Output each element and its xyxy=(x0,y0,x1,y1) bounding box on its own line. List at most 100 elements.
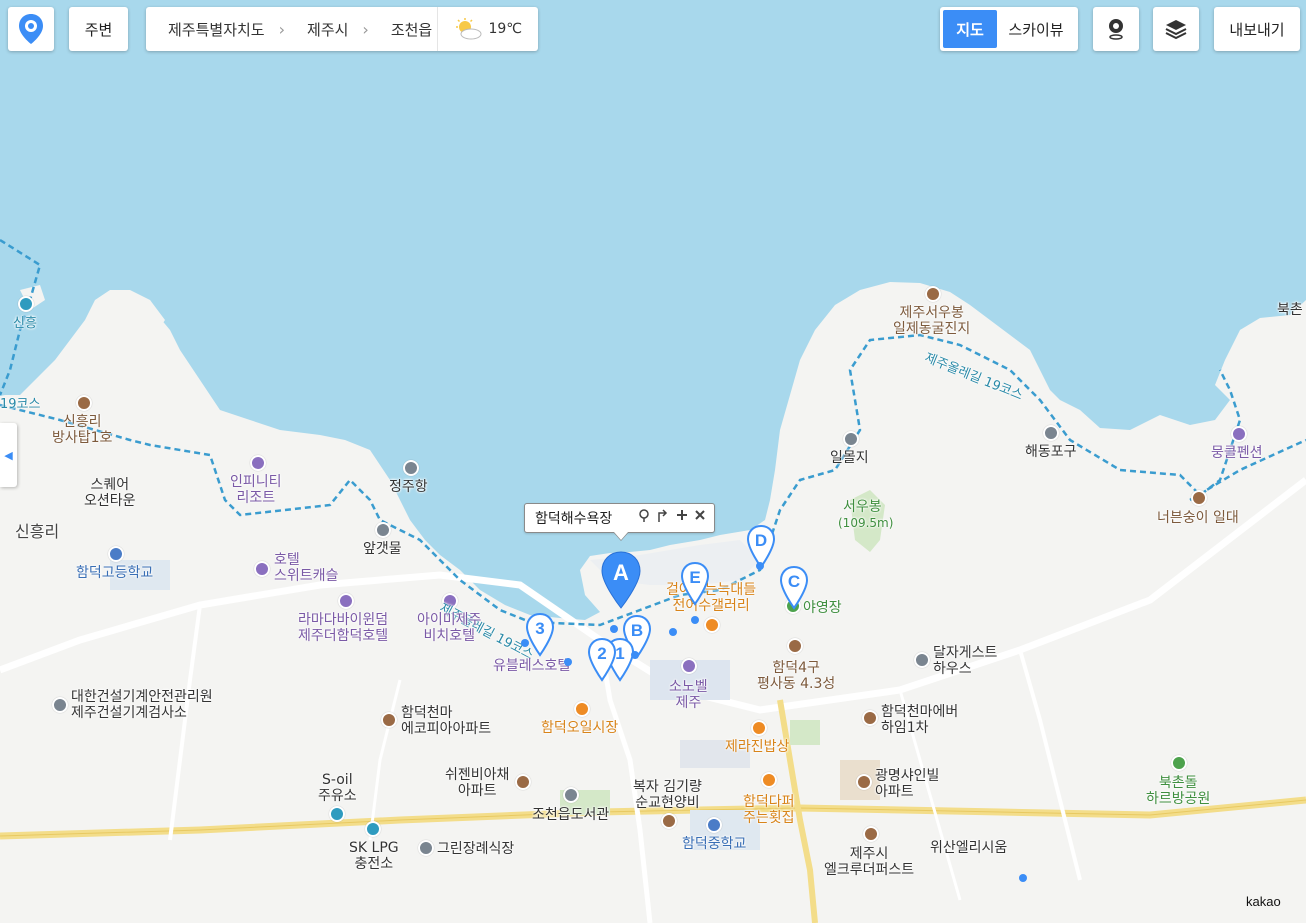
marker-c[interactable]: C xyxy=(779,565,809,611)
label-apgat: 앞갯물 xyxy=(363,541,402,557)
marker-3-label: 3 xyxy=(535,619,544,638)
label-sobel: 소노벨 제주 xyxy=(669,679,708,711)
breadcrumb-city[interactable]: 제주시 xyxy=(285,19,348,40)
school-icon-2[interactable] xyxy=(706,817,722,833)
side-panel-toggle[interactable]: ◀ xyxy=(0,423,17,487)
label-seowoo-cave: 제주서우봉 일제동굴진지 xyxy=(893,305,971,337)
marker-a[interactable]: A xyxy=(601,550,641,612)
office-icon[interactable] xyxy=(52,697,68,713)
funeral-icon[interactable] xyxy=(418,840,434,856)
label-shezen: 쉬젠비아채 아파트 xyxy=(445,767,510,799)
restaurant-icon-2[interactable] xyxy=(761,772,777,788)
landmark-icon[interactable] xyxy=(76,395,92,411)
label-bukchon: 북촌 xyxy=(1277,302,1303,318)
label-soil: S-oil 주유소 xyxy=(318,772,357,804)
partly-cloudy-icon xyxy=(456,18,482,40)
label-eco: 함덕천마 에코피아아파트 xyxy=(401,705,492,737)
label-mungkle: 뭉클펜션 xyxy=(1211,445,1263,461)
school-icon[interactable] xyxy=(108,546,124,562)
popup-actions xyxy=(638,509,714,527)
label-green: 그린장례식장 xyxy=(437,841,515,857)
cafe-icon[interactable] xyxy=(704,617,720,633)
label-kim: 복자 김기량 순교현양비 xyxy=(633,779,702,811)
hotel-icon[interactable] xyxy=(250,455,266,471)
marker-e[interactable]: E xyxy=(680,561,710,607)
marker-c-label: C xyxy=(788,572,800,591)
camera-icon[interactable] xyxy=(843,431,859,447)
label-seowoobong: 서우봉 xyxy=(843,499,882,515)
map-canvas[interactable]: 신흥 19코스 신흥리 방사탑1호 인피니티 리조트 정주항 스퀘어 오션타운 … xyxy=(0,0,1306,923)
cave-icon[interactable] xyxy=(925,286,941,302)
label-ilmolji: 일몰지 xyxy=(830,450,869,466)
weather-widget[interactable]: 19℃ xyxy=(437,7,538,51)
gas-station-icon[interactable] xyxy=(329,806,345,822)
label-square: 스퀘어 오션타운 xyxy=(84,477,136,509)
lpg-icon[interactable] xyxy=(365,821,381,837)
chevron-left-icon: ◀ xyxy=(4,448,13,462)
hotel-icon-3[interactable] xyxy=(338,593,354,609)
library-icon[interactable] xyxy=(563,787,579,803)
nearby-button[interactable]: 주변 xyxy=(69,7,128,51)
breadcrumb-town[interactable]: 조천읍 xyxy=(369,19,432,40)
monument-icon[interactable] xyxy=(661,813,677,829)
layers-icon xyxy=(1165,20,1187,40)
harbor-icon[interactable] xyxy=(1043,425,1059,441)
popup-title: 함덕해수욕장 xyxy=(535,511,613,527)
map-type-map[interactable]: 지도 xyxy=(943,10,997,48)
resort-icon[interactable] xyxy=(681,658,697,674)
apartment-icon-3[interactable] xyxy=(862,710,878,726)
marker-d[interactable]: D xyxy=(746,524,776,570)
port-icon-2[interactable] xyxy=(375,522,391,538)
park-icon[interactable] xyxy=(1171,755,1187,771)
market-icon[interactable] xyxy=(574,701,590,717)
label-sklpg: SK LPG 충전소 xyxy=(349,840,399,872)
marker-2[interactable]: 2 xyxy=(587,637,617,683)
label-pyeongsa: 함덕4구 평사동 4.3성 xyxy=(757,660,836,692)
marker-2-label: 2 xyxy=(597,644,606,663)
apartment-icon-5[interactable] xyxy=(863,826,879,842)
guesthouse-icon[interactable] xyxy=(914,652,930,668)
home-logo-button[interactable] xyxy=(8,7,54,51)
label-elkru: 제주시 엘크루더퍼스트 xyxy=(824,846,915,878)
label-seowoobong-height: (109.5m) xyxy=(838,516,894,530)
export-button[interactable]: 내보내기 xyxy=(1214,7,1300,51)
label-dalja: 달자게스트 하우스 xyxy=(933,645,998,677)
map-pin-logo-icon xyxy=(19,14,43,44)
apartment-icon-2[interactable] xyxy=(515,774,531,790)
zoom-in-icon[interactable] xyxy=(676,509,688,527)
label-infinity: 인피니티 리조트 xyxy=(230,474,282,506)
layers-button[interactable] xyxy=(1153,7,1199,51)
pension-icon[interactable] xyxy=(1231,426,1247,442)
roadview-icon xyxy=(1109,19,1123,40)
roadview-button[interactable] xyxy=(1093,7,1139,51)
label-jeju-rice: 제라진밥상 xyxy=(725,739,790,755)
temperature-label: 19℃ xyxy=(488,21,522,37)
close-icon[interactable] xyxy=(694,509,706,527)
hotel-icon-2[interactable] xyxy=(254,561,270,577)
marker-3[interactable]: 3 xyxy=(525,612,555,658)
label-ubles: 유블레스호텔 xyxy=(493,658,571,674)
port-icon[interactable] xyxy=(403,460,419,476)
label-jeongju: 정주항 xyxy=(389,479,428,495)
ferry-icon[interactable] xyxy=(18,296,34,312)
restaurant-icon[interactable] xyxy=(751,720,767,736)
label-wisan: 위산엘리시움 xyxy=(930,840,1008,856)
directions-icon[interactable] xyxy=(656,509,670,527)
label-chunma: 함덕천마에버 하임1차 xyxy=(881,704,959,736)
breadcrumb-province[interactable]: 제주특별자치도 xyxy=(146,19,265,40)
label-olle-left: 19코스 xyxy=(0,397,41,412)
apartment-icon[interactable] xyxy=(381,712,397,728)
place-popup[interactable]: 함덕해수욕장 xyxy=(524,503,715,541)
marker-a-label: A xyxy=(613,560,629,585)
label-dolhareubang: 북촌돌 하르방공원 xyxy=(1146,775,1211,807)
map-type-skyview[interactable]: 스카이뷰 xyxy=(997,10,1075,48)
site-icon[interactable] xyxy=(1191,490,1207,506)
apartment-icon-4[interactable] xyxy=(856,774,872,790)
kakao-attribution: kakao xyxy=(1246,894,1281,909)
label-daehan: 대한건설기계안전관리원 제주건설기계검사소 xyxy=(71,689,213,721)
marker-e-label: E xyxy=(689,568,700,587)
roadview-icon[interactable] xyxy=(638,509,650,527)
label-sinheungri: 신흥리 xyxy=(15,522,60,541)
label-dapper: 함덕다퍼 주는횟집 xyxy=(743,794,795,826)
memorial-icon[interactable] xyxy=(787,638,803,654)
